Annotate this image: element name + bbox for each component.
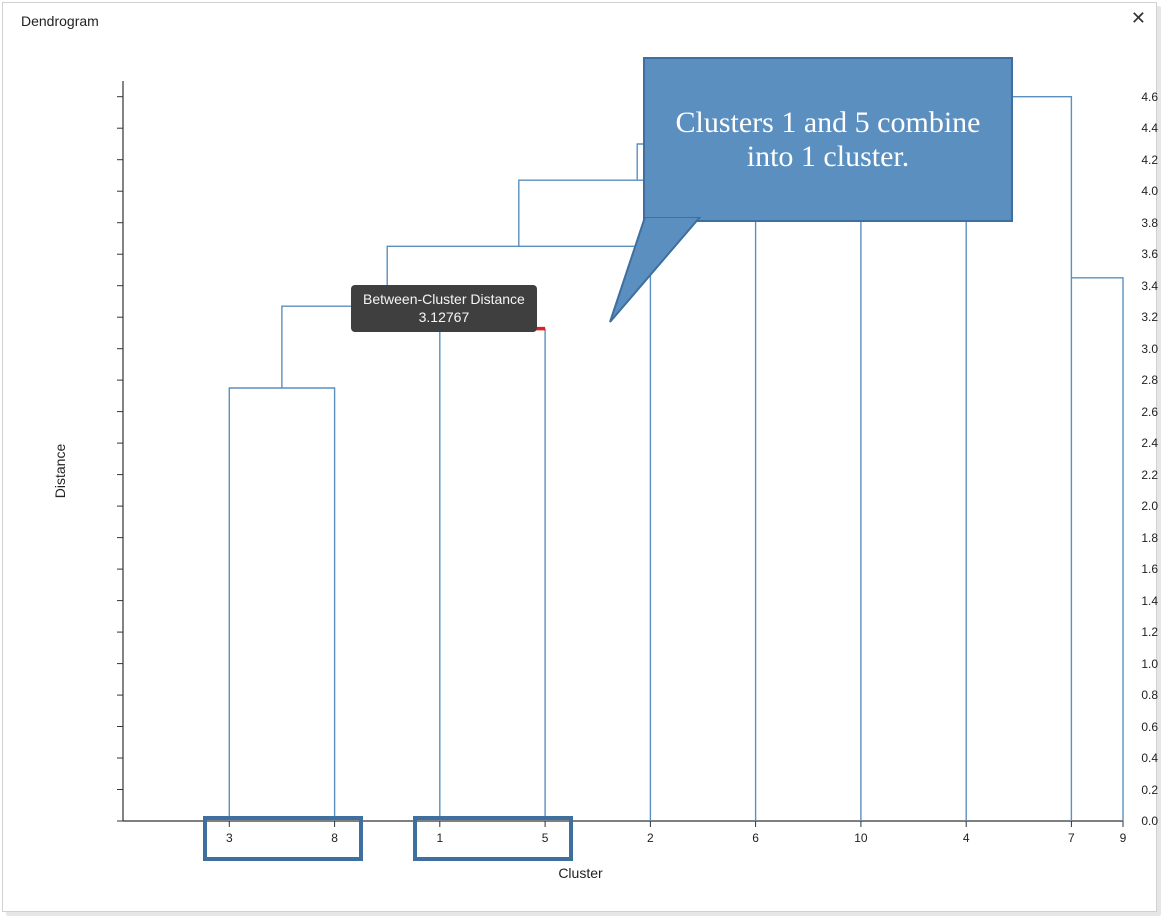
plot-area: 0.0 0.2 0.4 0.6 0.8 1.0 1.2 1.4 1.6 1.8 …: [3, 31, 1158, 911]
ytick-1.6: 1.6: [1050, 562, 1158, 576]
ytick-0.2: 0.2: [1050, 783, 1158, 797]
ytick-0.6: 0.6: [1050, 720, 1158, 734]
leaf-label-6: 6: [752, 831, 759, 845]
ytick-4.6: 4.6: [1050, 90, 1158, 104]
ytick-4.4: 4.4: [1050, 121, 1158, 135]
ytick-1.4: 1.4: [1050, 594, 1158, 608]
ytick-3.2: 3.2: [1050, 310, 1158, 324]
highlight-box-1-5: [413, 816, 573, 861]
leaf-label-7: 7: [1068, 831, 1075, 845]
leaf-label-4: 4: [963, 831, 970, 845]
x-ticks: [229, 821, 1123, 827]
ytick-3.6: 3.6: [1050, 247, 1158, 261]
panel-title: Dendrogram: [21, 13, 99, 29]
leaf-label-2: 2: [647, 831, 654, 845]
annotation-callout: Clusters 1 and 5 combine into 1 cluster.: [643, 57, 1013, 222]
ytick-2.8: 2.8: [1050, 373, 1158, 387]
highlight-box-3-8: [203, 816, 363, 861]
ytick-1.8: 1.8: [1050, 531, 1158, 545]
ytick-0.0: 0.0: [1050, 814, 1158, 828]
ytick-3.0: 3.0: [1050, 342, 1158, 356]
x-axis-label: Cluster: [558, 865, 602, 881]
ytick-0.4: 0.4: [1050, 751, 1158, 765]
ytick-4.2: 4.2: [1050, 153, 1158, 167]
ytick-2.0: 2.0: [1050, 499, 1158, 513]
ytick-2.6: 2.6: [1050, 405, 1158, 419]
ytick-3.8: 3.8: [1050, 216, 1158, 230]
callout-text: Clusters 1 and 5 combine into 1 cluster.: [665, 106, 991, 174]
ytick-1.2: 1.2: [1050, 625, 1158, 639]
callout-tail-icon: [605, 217, 705, 327]
ytick-3.4: 3.4: [1050, 279, 1158, 293]
ytick-2.4: 2.4: [1050, 436, 1158, 450]
close-icon[interactable]: ✕: [1131, 9, 1146, 27]
y-ticks: [117, 97, 123, 821]
leaf-label-10: 10: [854, 831, 867, 845]
leaf-label-9: 9: [1120, 831, 1127, 845]
dendrogram-panel: Dendrogram ✕: [2, 2, 1157, 912]
ytick-2.2: 2.2: [1050, 468, 1158, 482]
y-axis-label: Distance: [52, 444, 68, 498]
ytick-4.0: 4.0: [1050, 184, 1158, 198]
ytick-0.8: 0.8: [1050, 688, 1158, 702]
ytick-1.0: 1.0: [1050, 657, 1158, 671]
